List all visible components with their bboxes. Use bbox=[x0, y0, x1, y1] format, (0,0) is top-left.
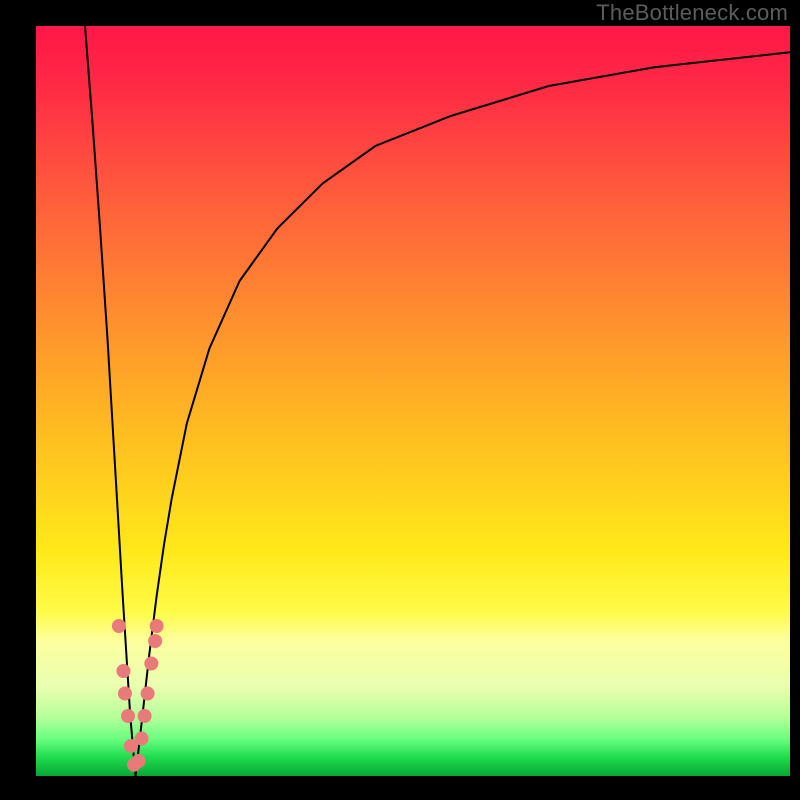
data-point bbox=[118, 687, 132, 701]
data-point bbox=[116, 664, 130, 678]
data-point bbox=[121, 709, 135, 723]
data-point bbox=[112, 619, 126, 633]
data-point bbox=[141, 687, 155, 701]
data-point bbox=[144, 657, 158, 671]
curve-right-branch bbox=[136, 52, 790, 776]
data-point bbox=[150, 619, 164, 633]
data-point bbox=[138, 709, 152, 723]
curve-group bbox=[85, 26, 790, 776]
data-point bbox=[135, 732, 149, 746]
curve-left-branch bbox=[85, 26, 136, 776]
plot-area bbox=[36, 26, 790, 776]
data-point bbox=[132, 754, 146, 768]
chart-svg bbox=[36, 26, 790, 776]
data-point bbox=[148, 634, 162, 648]
watermark-text: TheBottleneck.com bbox=[596, 0, 788, 26]
chart-frame: TheBottleneck.com bbox=[0, 0, 800, 800]
